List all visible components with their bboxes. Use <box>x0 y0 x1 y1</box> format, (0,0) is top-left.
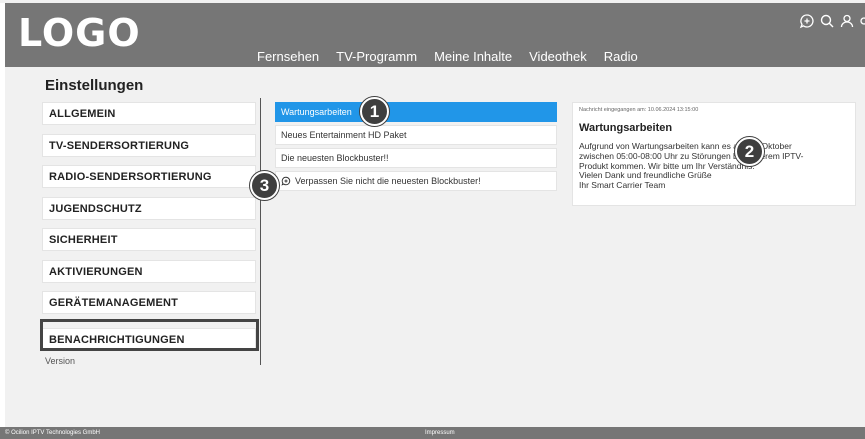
message-label: Verpassen Sie nicht die neuesten Blockbu… <box>295 176 481 186</box>
version-label: Version <box>45 356 76 366</box>
message-received-date: Nachricht eingegangen am: 10.06.2024 13:… <box>579 107 699 113</box>
nav-videothek[interactable]: Videothek <box>529 49 587 64</box>
message-plus-icon <box>281 176 291 186</box>
message-detail-title: Wartungsarbeiten <box>579 122 673 134</box>
sidebar-item-geraetemanagement[interactable]: GERÄTEMANAGEMENT <box>42 291 256 314</box>
message-label: Die neuesten Blockbuster!! <box>281 153 389 163</box>
message-label: Wartungsarbeiten <box>281 107 352 117</box>
nav-fernsehen[interactable]: Fernsehen <box>257 49 319 64</box>
logo[interactable]: LOGO <box>18 11 141 55</box>
nav-radio[interactable]: Radio <box>604 49 638 64</box>
message-detail-panel: Nachricht eingegangen am: 10.06.2024 13:… <box>572 102 856 206</box>
header-icons <box>799 13 865 29</box>
message-label: Neues Entertainment HD Paket <box>281 130 407 140</box>
message-item-wartungsarbeiten[interactable]: Wartungsarbeiten <box>275 102 557 122</box>
copyright-text: © Ocilion IPTV Technologies GmbH <box>5 430 101 436</box>
message-item-verpassen[interactable]: Verpassen Sie nicht die neuesten Blockbu… <box>275 171 557 191</box>
sidebar-item-sicherheit[interactable]: SICHERHEIT <box>42 228 256 251</box>
callout-badge-1: 1 <box>360 97 389 126</box>
callout-badge-3: 3 <box>250 171 279 200</box>
message-item-entertainment-hd[interactable]: Neues Entertainment HD Paket <box>275 125 557 145</box>
main-nav: Fernsehen TV-Programm Meine Inhalte Vide… <box>257 49 638 64</box>
nav-tv-programm[interactable]: TV-Programm <box>336 49 417 64</box>
sidebar-item-tv-sendersortierung[interactable]: TV-SENDERSORTIERUNG <box>42 133 256 157</box>
page-title: Einstellungen <box>45 77 144 94</box>
settings-content: Einstellungen ALLGEMEIN TV-SENDERSORTIER… <box>5 67 865 427</box>
sidebar-item-radio-sendersortierung[interactable]: RADIO-SENDERSORTIERUNG <box>42 165 256 188</box>
selected-highlight-frame <box>40 319 259 351</box>
message-item-blockbuster[interactable]: Die neuesten Blockbuster!! <box>275 148 557 168</box>
message-list: Wartungsarbeiten Neues Entertainment HD … <box>275 102 557 194</box>
more-icon[interactable] <box>859 13 865 29</box>
impressum-link[interactable]: Impressum <box>425 427 455 439</box>
message-plus-icon[interactable] <box>799 13 815 29</box>
sidebar-item-jugendschutz[interactable]: JUGENDSCHUTZ <box>42 196 256 220</box>
nav-meine-inhalte[interactable]: Meine Inhalte <box>434 49 512 64</box>
app-frame: LOGO Fernsehen TV-Programm Meine Inhalte… <box>0 0 865 439</box>
sidebar-item-allgemein[interactable]: ALLGEMEIN <box>42 102 256 125</box>
search-icon[interactable] <box>819 13 835 29</box>
footer: © Ocilion IPTV Technologies GmbH Impress… <box>0 427 865 439</box>
message-detail-body: Aufgrund von Wartungsarbeiten kann es am… <box>579 141 804 191</box>
top-header: LOGO Fernsehen TV-Programm Meine Inhalte… <box>5 3 865 67</box>
user-icon[interactable] <box>839 13 855 29</box>
callout-badge-2: 2 <box>735 137 764 166</box>
sidebar-item-aktivierungen[interactable]: AKTIVIERUNGEN <box>42 259 256 283</box>
vertical-divider <box>260 98 261 365</box>
